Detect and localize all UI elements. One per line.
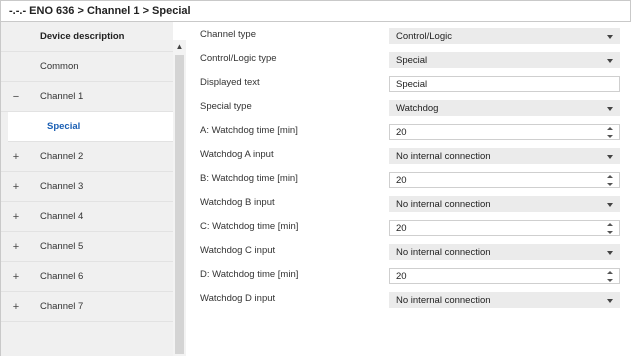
- parameter-panel: Channel type Control/Logic Control/Logic…: [186, 22, 633, 356]
- breadcrumb-text: -.-.- ENO 636 > Channel 1 > Special: [9, 5, 191, 17]
- input-value: Special: [396, 78, 428, 90]
- sidebar-item-label: Channel 7: [40, 301, 84, 312]
- sidebar-item-label: Channel 4: [40, 211, 84, 222]
- param-label: Displayed text: [200, 77, 260, 88]
- param-label: C: Watchdog time [min]: [200, 221, 299, 232]
- sidebar-item-channel-4[interactable]: + Channel 4: [1, 202, 173, 232]
- spinner-icon[interactable]: [607, 127, 614, 138]
- param-label: B: Watchdog time [min]: [200, 173, 298, 184]
- spinner-icon[interactable]: [607, 223, 614, 234]
- watchdog-c-time-stepper[interactable]: 20: [389, 220, 620, 236]
- expand-icon[interactable]: +: [11, 181, 21, 193]
- param-label: Watchdog C input: [200, 245, 276, 256]
- dropdown-value: Special: [396, 54, 428, 66]
- dropdown-value: No internal connection: [396, 294, 491, 306]
- chevron-down-icon: [607, 59, 613, 63]
- sidebar-item-channel-5[interactable]: + Channel 5: [1, 232, 173, 262]
- param-label: Special type: [200, 101, 252, 112]
- watchdog-d-time-stepper[interactable]: 20: [389, 268, 620, 284]
- sidebar-item-special[interactable]: Special: [8, 112, 173, 142]
- displayed-text-input[interactable]: Special: [389, 76, 620, 92]
- breadcrumb: -.-.- ENO 636 > Channel 1 > Special: [0, 0, 631, 22]
- sidebar-item-channel-6[interactable]: + Channel 6: [1, 262, 173, 292]
- sidebar-item-common[interactable]: Common: [1, 52, 173, 82]
- chevron-down-icon: [607, 203, 613, 207]
- special-type-dropdown[interactable]: Watchdog: [389, 100, 620, 116]
- chevron-down-icon: [607, 107, 613, 111]
- param-label: A: Watchdog time [min]: [200, 125, 298, 136]
- param-label: Watchdog A input: [200, 149, 274, 160]
- chevron-down-icon: [607, 35, 613, 39]
- sidebar-item-label: Special: [47, 121, 81, 132]
- collapse-icon[interactable]: −: [11, 91, 21, 103]
- sidebar-item-label: Channel 6: [40, 271, 84, 282]
- sidebar-item-channel-3[interactable]: + Channel 3: [1, 172, 173, 202]
- spinner-icon[interactable]: [607, 271, 614, 282]
- watchdog-b-input-dropdown[interactable]: No internal connection: [389, 196, 620, 212]
- chevron-down-icon: [607, 299, 613, 303]
- watchdog-c-input-dropdown[interactable]: No internal connection: [389, 244, 620, 260]
- input-value: 20: [396, 174, 407, 186]
- dropdown-value: Watchdog: [396, 102, 439, 114]
- input-value: 20: [396, 270, 407, 282]
- watchdog-b-time-stepper[interactable]: 20: [389, 172, 620, 188]
- sidebar-item-label: Device description: [40, 31, 125, 42]
- dropdown-value: No internal connection: [396, 198, 491, 210]
- scroll-up-icon[interactable]: ▲: [173, 40, 186, 53]
- param-label: Control/Logic type: [200, 53, 277, 64]
- dropdown-value: No internal connection: [396, 246, 491, 258]
- sidebar-item-device-description[interactable]: Device description: [1, 22, 173, 52]
- watchdog-a-input-dropdown[interactable]: No internal connection: [389, 148, 620, 164]
- sidebar-item-label: Channel 1: [40, 91, 84, 102]
- param-label: Watchdog B input: [200, 197, 275, 208]
- dropdown-value: No internal connection: [396, 150, 491, 162]
- sidebar-item-label: Channel 2: [40, 151, 84, 162]
- sidebar: Device description Common − Channel 1 Sp…: [1, 22, 173, 356]
- expand-icon[interactable]: +: [11, 271, 21, 283]
- expand-icon[interactable]: +: [11, 241, 21, 253]
- expand-icon[interactable]: +: [11, 151, 21, 163]
- spinner-icon[interactable]: [607, 175, 614, 186]
- control-logic-type-dropdown[interactable]: Special: [389, 52, 620, 68]
- input-value: 20: [396, 126, 407, 138]
- chevron-down-icon: [607, 251, 613, 255]
- expand-icon[interactable]: +: [11, 301, 21, 313]
- param-label: Channel type: [200, 29, 256, 40]
- watchdog-a-time-stepper[interactable]: 20: [389, 124, 620, 140]
- param-label: Watchdog D input: [200, 293, 276, 304]
- sidebar-item-channel-7[interactable]: + Channel 7: [1, 292, 173, 322]
- dropdown-value: Control/Logic: [396, 30, 452, 42]
- sidebar-item-channel-2[interactable]: + Channel 2: [1, 142, 173, 172]
- watchdog-d-input-dropdown[interactable]: No internal connection: [389, 292, 620, 308]
- input-value: 20: [396, 222, 407, 234]
- sidebar-item-channel-1[interactable]: − Channel 1: [1, 82, 173, 112]
- sidebar-item-label: Channel 3: [40, 181, 84, 192]
- param-label: D: Watchdog time [min]: [200, 269, 299, 280]
- sidebar-item-label: Channel 5: [40, 241, 84, 252]
- expand-icon[interactable]: +: [11, 211, 21, 223]
- sidebar-item-label: Common: [40, 61, 79, 72]
- scrollbar-thumb[interactable]: [175, 55, 184, 354]
- channel-type-dropdown[interactable]: Control/Logic: [389, 28, 620, 44]
- chevron-down-icon: [607, 155, 613, 159]
